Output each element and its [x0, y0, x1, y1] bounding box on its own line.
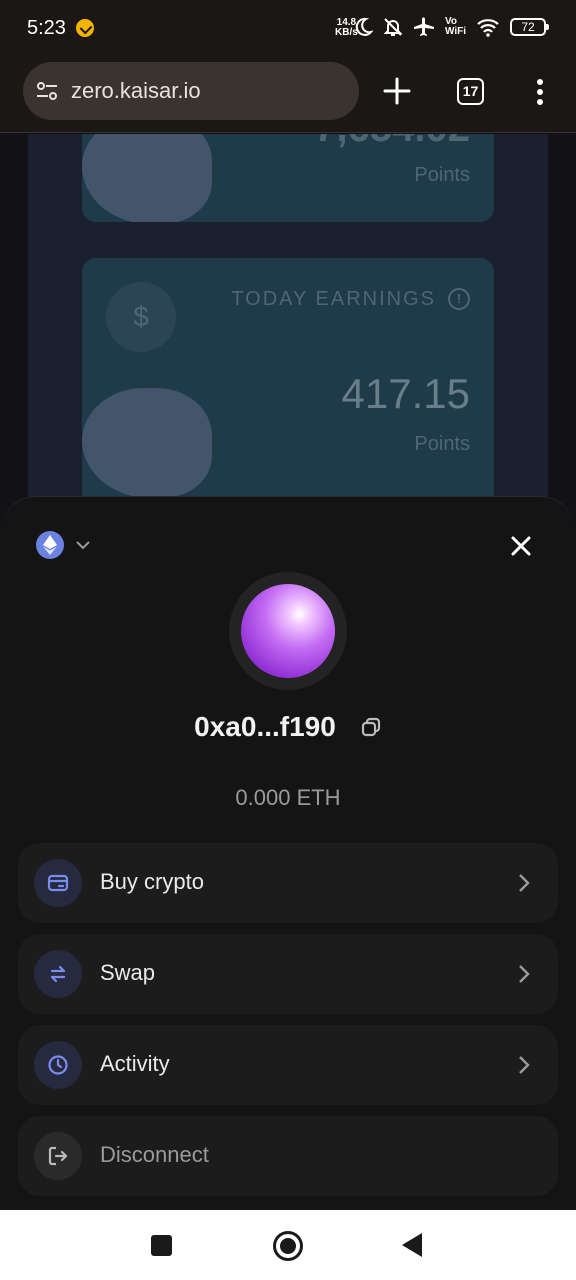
points-card: 7,654.02 Points: [82, 134, 494, 222]
card-illustration: [82, 388, 212, 498]
site-settings-icon[interactable]: [35, 79, 59, 103]
address-row: 0xa0...f190: [0, 711, 576, 743]
vowifi-icon: Vo WiFi: [445, 17, 466, 37]
background-page: 7,654.02 Points $ TODAY EARNINGS ! 417.1…: [0, 134, 576, 534]
wallet-sheet: 0xa0...f190 0.000 ETH Buy crypto Swap Ac…: [0, 496, 576, 1210]
close-button[interactable]: [508, 533, 534, 559]
swap-icon: [34, 950, 82, 998]
wifi-icon: [477, 19, 499, 37]
browser-toolbar: zero.kaisar.io 17: [0, 58, 576, 133]
dollar-icon: $: [106, 282, 176, 352]
ethereum-icon: [36, 531, 64, 559]
avatar: [229, 572, 347, 690]
airplane-icon: [413, 17, 434, 36]
points-value: 7,654.02: [314, 134, 470, 151]
chevron-right-icon: [519, 965, 530, 983]
home-button[interactable]: [273, 1231, 303, 1261]
status-time: 5:23: [27, 17, 66, 39]
card-icon: [34, 859, 82, 907]
chevron-right-icon: [519, 1056, 530, 1074]
system-navigation-bar: [0, 1210, 576, 1280]
today-earnings-card: $ TODAY EARNINGS ! 417.15 Points: [82, 258, 494, 508]
swap-button[interactable]: Swap: [18, 934, 558, 1014]
bell-off-icon: [383, 18, 403, 36]
copy-icon[interactable]: [360, 716, 382, 738]
chevron-down-icon: [76, 541, 90, 550]
disconnect-button[interactable]: Disconnect: [18, 1116, 558, 1196]
status-icons: Vo WiFi 72: [353, 16, 549, 38]
wallet-balance: 0.000 ETH: [235, 785, 341, 810]
activity-button[interactable]: Activity: [18, 1025, 558, 1105]
vowifi-bottom: WiFi: [444, 26, 466, 37]
menu-item-label: Disconnect: [100, 1142, 209, 1167]
battery-icon: 72: [510, 18, 549, 36]
avatar-orb: [241, 584, 335, 678]
notification-badge-icon: [76, 19, 94, 37]
moon-icon: [355, 17, 373, 36]
logout-icon: [34, 1132, 82, 1180]
url-text[interactable]: zero.kaisar.io: [71, 78, 201, 104]
earnings-title: TODAY EARNINGS: [231, 288, 436, 310]
wallet-address: 0xa0...f190: [194, 711, 336, 742]
recents-button[interactable]: [151, 1235, 172, 1256]
clock-icon: [34, 1041, 82, 1089]
address-bar[interactable]: zero.kaisar.io: [23, 62, 359, 120]
earnings-unit: Points: [414, 433, 470, 455]
buy-crypto-button[interactable]: Buy crypto: [18, 843, 558, 923]
menu-item-label: Swap: [100, 960, 156, 985]
back-button[interactable]: [402, 1233, 422, 1257]
status-bar: 5:23 14.8 KB/s Vo WiFi 72: [0, 0, 576, 58]
network-selector[interactable]: [36, 531, 92, 559]
new-tab-button[interactable]: [380, 74, 414, 108]
menu-item-label: Buy crypto: [100, 869, 204, 894]
tab-switcher-button[interactable]: 17: [457, 78, 484, 105]
menu-item-label: Activity: [100, 1051, 170, 1076]
wallet-menu: Buy crypto Swap Activity Disconnect: [18, 843, 558, 1207]
earnings-value: 417.15: [341, 370, 470, 417]
chevron-right-icon: [519, 874, 530, 892]
points-unit: Points: [414, 164, 470, 186]
info-icon: !: [448, 288, 470, 310]
more-options-icon[interactable]: [530, 76, 550, 108]
card-illustration: [82, 134, 212, 222]
